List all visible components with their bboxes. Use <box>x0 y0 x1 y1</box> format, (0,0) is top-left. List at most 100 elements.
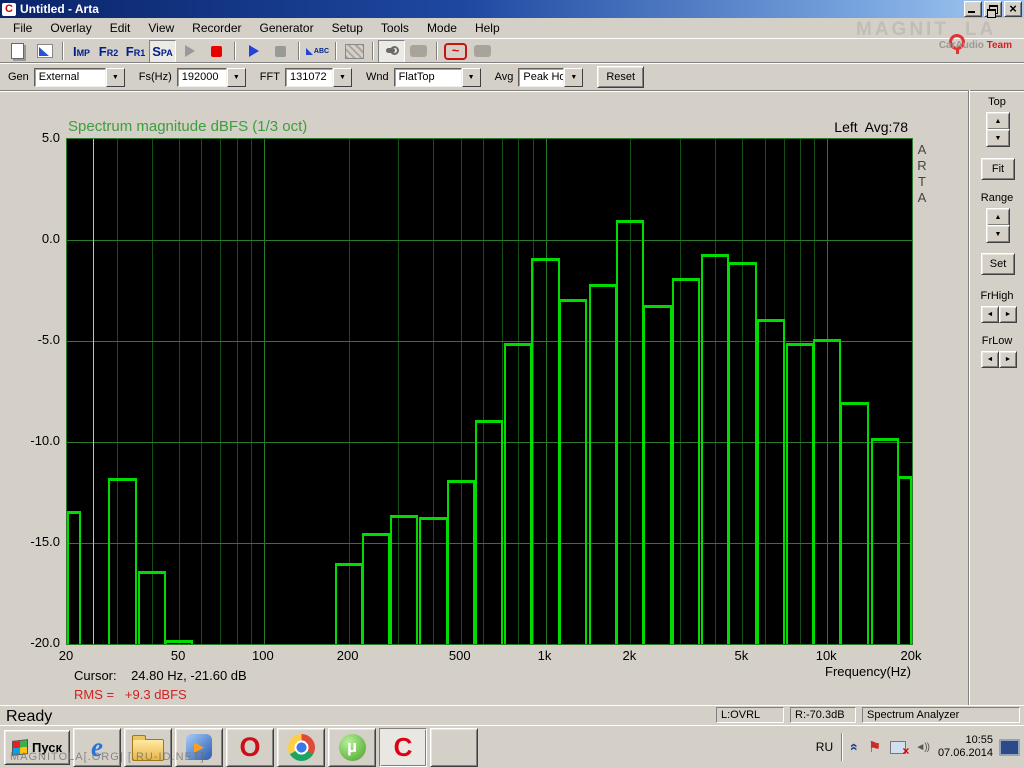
fr1-label: FR1 <box>125 43 146 59</box>
watermark-text: LA <box>964 19 997 40</box>
dropdown-arrow-icon[interactable] <box>564 67 584 87</box>
fr1-mode-button[interactable]: FR1 <box>122 40 149 63</box>
fft-size-value: 131072 <box>284 67 333 87</box>
wnd-label: Wnd <box>365 71 389 83</box>
hatch-icon <box>345 43 364 59</box>
spectrum-bar-630 <box>474 419 504 644</box>
arta-logo-vertical: ARTA <box>914 142 930 206</box>
new-file-button[interactable] <box>4 40 31 63</box>
dropdown-arrow-icon[interactable] <box>332 67 352 87</box>
minimize-button[interactable] <box>964 1 982 17</box>
taskbar-icon-opera[interactable] <box>226 727 274 767</box>
spectrum-bar-200 <box>334 563 363 644</box>
spectrum-plot[interactable] <box>66 138 913 645</box>
labels-button[interactable]: ABC <box>304 40 331 63</box>
tray-alert-flag-icon[interactable] <box>868 738 881 756</box>
samplerate-select[interactable]: 192000 <box>176 67 246 87</box>
menu-item-generator[interactable]: Generator <box>251 19 323 37</box>
fft-size-select[interactable]: 131072 <box>284 67 352 87</box>
spectrum-bar-3150 <box>671 278 701 644</box>
dropdown-arrow-icon[interactable] <box>461 67 481 87</box>
averaging-select[interactable]: Peak Hol <box>518 67 584 87</box>
menu-item-view[interactable]: View <box>139 19 183 37</box>
menu-item-edit[interactable]: Edit <box>101 19 140 37</box>
start-recording-button[interactable] <box>240 40 267 63</box>
mic-calibration-button[interactable] <box>378 39 405 63</box>
range-down-button[interactable] <box>986 225 1010 243</box>
tray-network-offline-icon[interactable] <box>890 740 909 758</box>
gridline-h <box>67 341 912 342</box>
spa-mode-button[interactable]: SPA <box>149 39 176 63</box>
top-down-button[interactable] <box>986 129 1010 147</box>
gridline-h <box>67 240 912 241</box>
gridline-v-minor <box>151 139 153 644</box>
close-button[interactable] <box>1004 1 1022 17</box>
dropdown-arrow-icon[interactable] <box>226 67 246 87</box>
stop-recording-button[interactable] <box>267 40 294 63</box>
taskbar-icon-chrome[interactable] <box>277 727 325 767</box>
spectrum-bar-1250 <box>558 298 587 644</box>
disabled-tool-button[interactable] <box>405 40 432 63</box>
shading-button[interactable] <box>341 40 368 63</box>
signal-generator-button[interactable] <box>442 40 469 63</box>
y-tick-label: 0.0 <box>41 231 60 246</box>
range-label: Range <box>980 192 1014 204</box>
gridline-v-minor <box>201 139 203 644</box>
menu-item-tools[interactable]: Tools <box>372 19 418 37</box>
play-icon <box>184 45 195 57</box>
frhigh-increase-button[interactable] <box>999 306 1017 323</box>
reset-button[interactable]: Reset <box>597 66 645 88</box>
frlow-decrease-button[interactable] <box>981 351 999 368</box>
fft-label: FFT <box>259 71 280 83</box>
taskbar-icon-utorrent[interactable] <box>328 727 376 767</box>
menu-item-setup[interactable]: Setup <box>323 19 372 37</box>
impulse-mode-button[interactable]: IMP <box>68 40 95 63</box>
menu-item-file[interactable]: File <box>4 19 41 37</box>
fr2-mode-button[interactable]: FR2 <box>95 40 122 63</box>
x-axis: 20 50 100 200 500 1k 2k 5k 10k 20k <box>59 648 922 664</box>
restore-button[interactable] <box>984 1 1002 18</box>
x-tick-label: 500 <box>448 648 471 663</box>
disabled-tool-button-2[interactable] <box>469 40 496 63</box>
menu-item-overlay[interactable]: Overlay <box>41 19 100 37</box>
overlay-icon <box>36 44 53 58</box>
spectrum-bar-250 <box>361 532 391 644</box>
y-tick-label: -15.0 <box>30 534 60 549</box>
tray-speaker-icon[interactable] <box>915 742 929 753</box>
spectrum-bar-4000 <box>700 254 730 644</box>
overlay-button[interactable] <box>31 40 58 63</box>
menu-item-recorder[interactable]: Recorder <box>183 19 250 37</box>
taskbar-icon-screenshot-tool[interactable] <box>430 727 478 767</box>
top-up-button[interactable] <box>986 112 1010 130</box>
taskbar-icon-arta[interactable] <box>379 727 427 767</box>
plot-title: Spectrum magnitude dBFS (1/3 oct) <box>68 118 308 135</box>
gen-label: Gen <box>8 71 29 83</box>
frhigh-decrease-button[interactable] <box>981 306 999 323</box>
fit-button[interactable]: Fit <box>981 158 1015 180</box>
sine-wave-icon <box>444 42 467 60</box>
tray-chevron-up-icon[interactable] <box>851 739 859 755</box>
y-tick-label: 5.0 <box>41 130 60 145</box>
cursor-line <box>93 139 95 644</box>
record-stop-button[interactable] <box>203 40 230 63</box>
x-tick-label: 20k <box>900 648 922 663</box>
dropdown-arrow-icon[interactable] <box>105 67 125 87</box>
taskbar-clock[interactable]: 10:55 07.06.2014 <box>938 734 993 760</box>
frlow-increase-button[interactable] <box>999 351 1017 368</box>
x-tick-label: 10k <box>815 648 837 663</box>
spectrum-bar-315 <box>390 514 419 644</box>
gridline-v-minor <box>179 139 181 644</box>
menu-item-mode[interactable]: Mode <box>418 19 466 37</box>
generator-select[interactable]: External <box>33 67 125 87</box>
menu-item-help[interactable]: Help <box>466 19 509 37</box>
play-button-disabled[interactable] <box>176 40 203 63</box>
set-button[interactable]: Set <box>981 253 1015 275</box>
watermark-text: CarAudio <box>938 40 987 51</box>
show-desktop-monitor-icon[interactable] <box>999 738 1020 756</box>
window-title: Untitled - Arta <box>20 2 99 16</box>
language-indicator[interactable]: RU <box>808 740 841 754</box>
range-up-button[interactable] <box>986 208 1010 226</box>
window-select[interactable]: FlatTop <box>393 67 481 87</box>
spectrum-bar-16000 <box>870 437 899 644</box>
settings-bar: Gen External Fs(Hz) 192000 FFT 131072 Wn… <box>0 62 1024 91</box>
